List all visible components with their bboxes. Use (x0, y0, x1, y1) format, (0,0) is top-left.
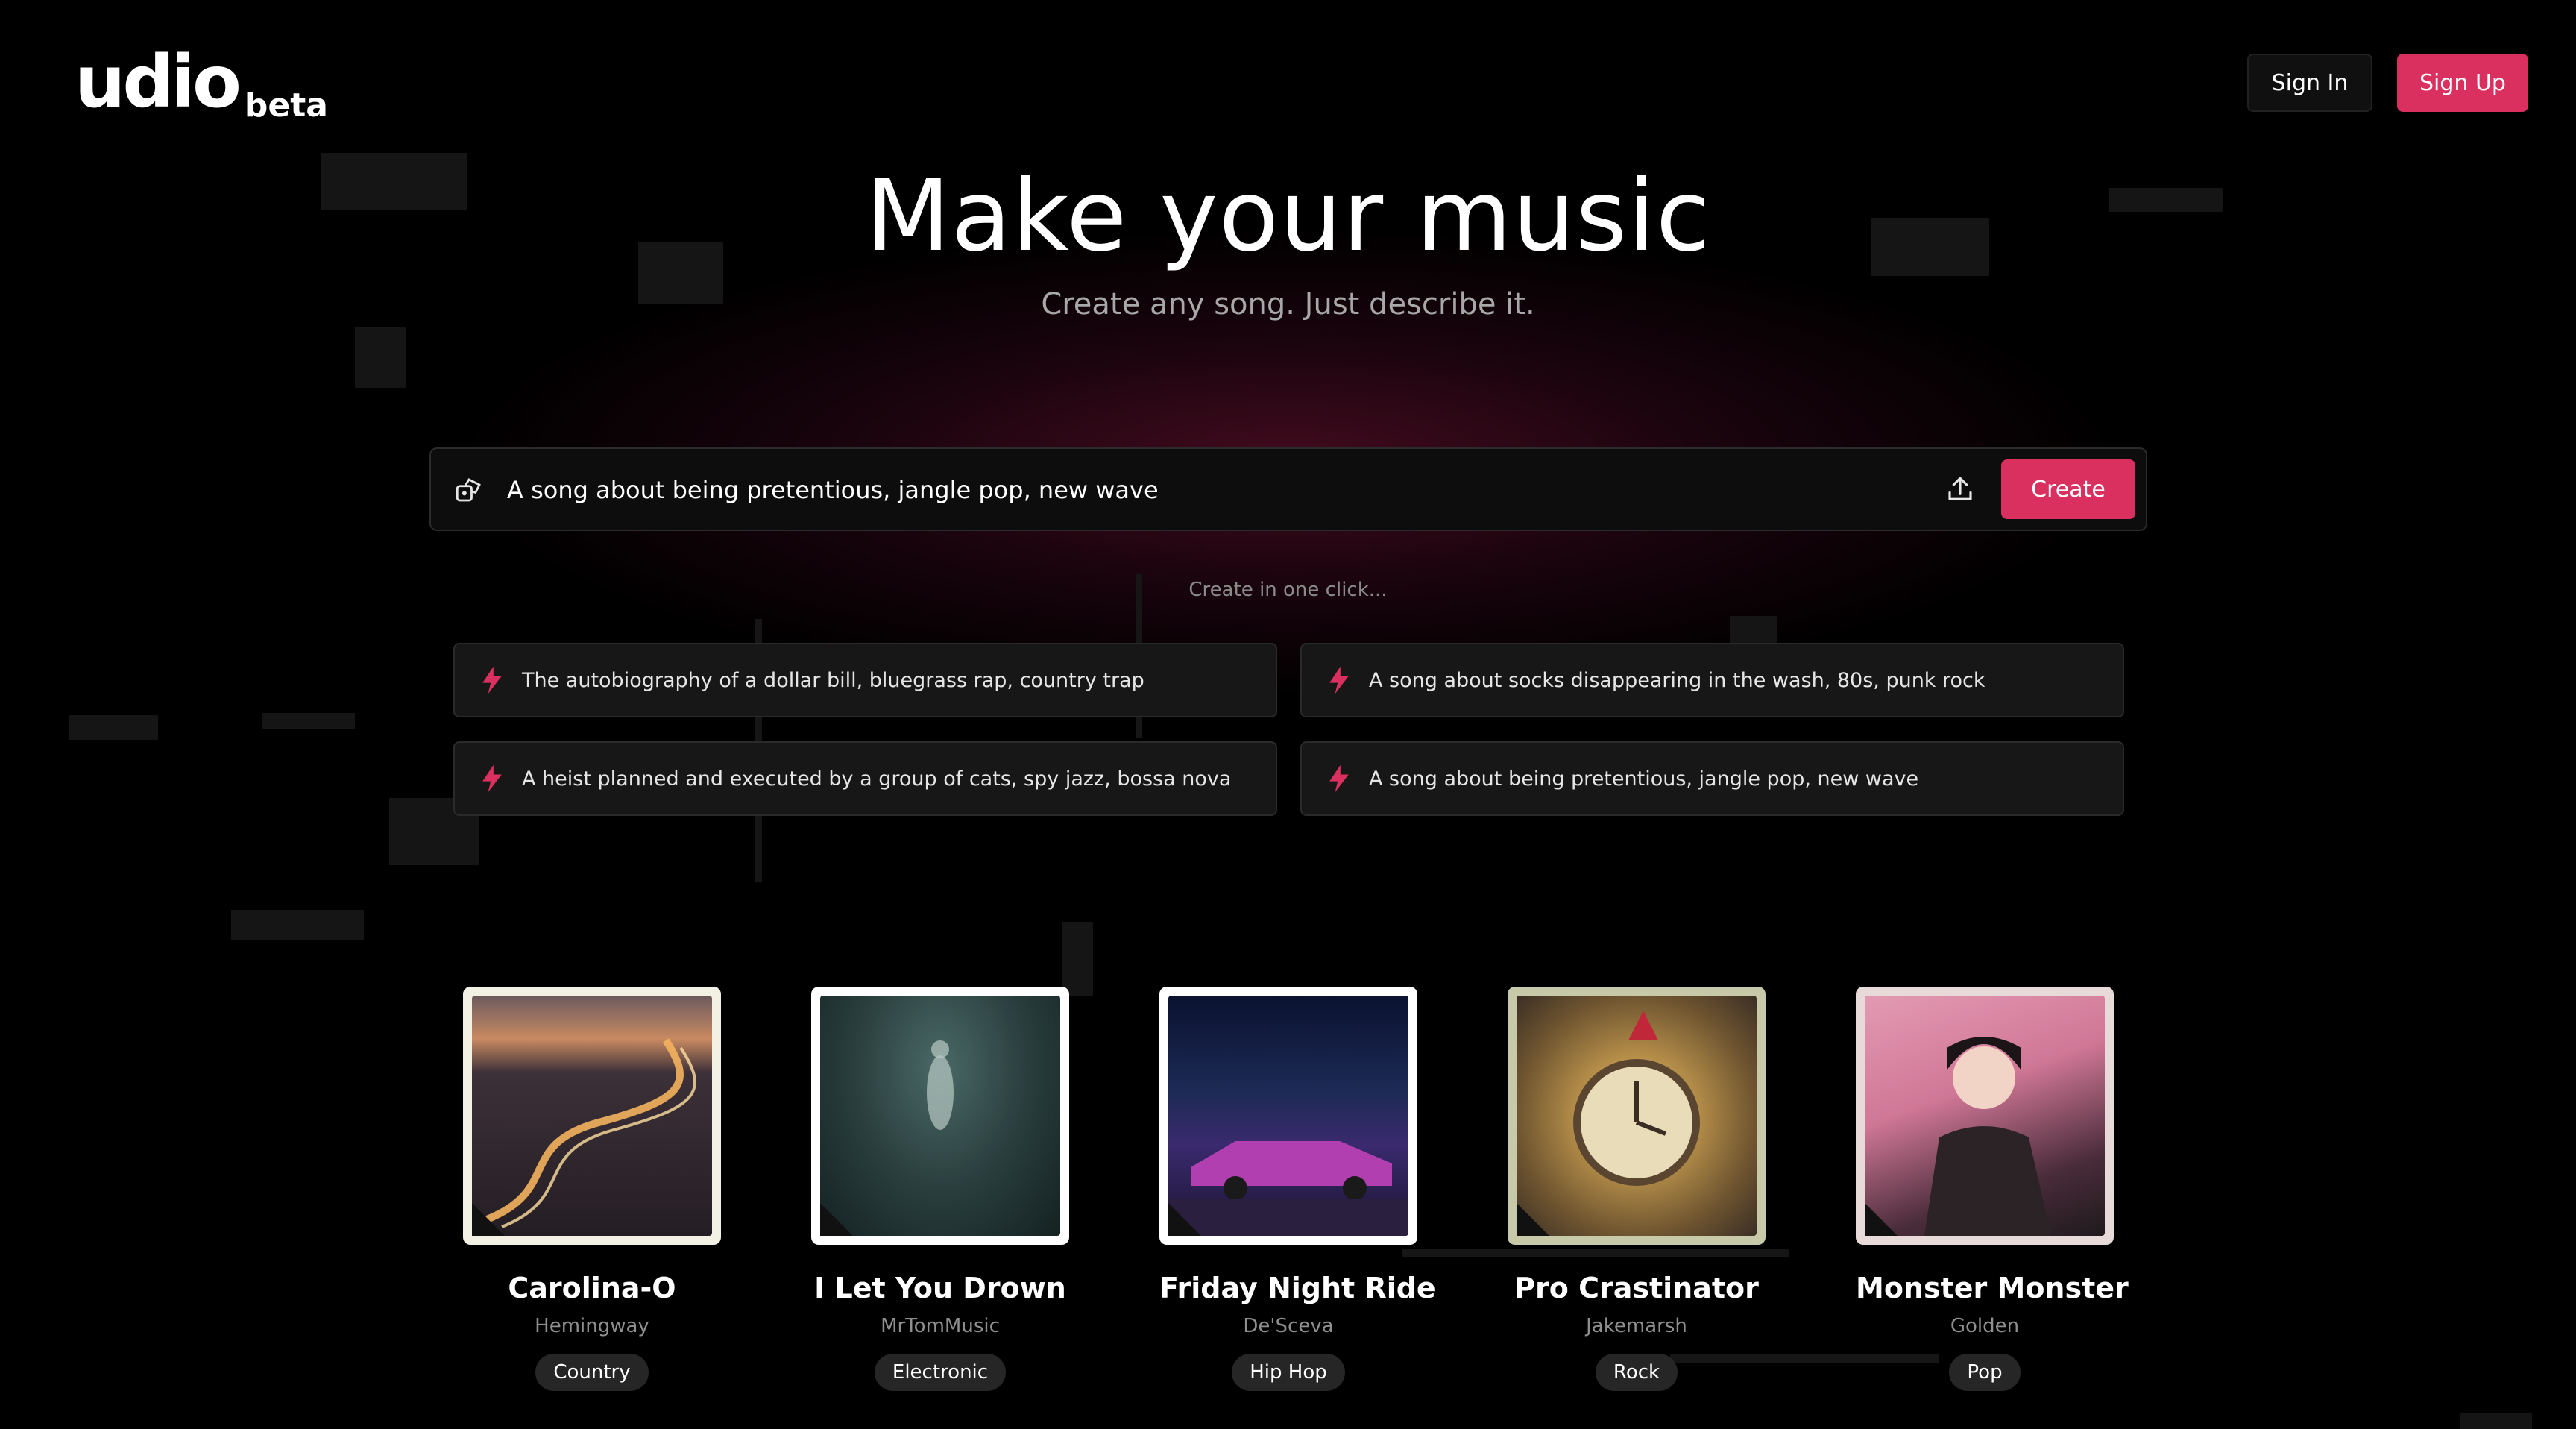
song-title[interactable]: Monster Monster (1856, 1272, 2129, 1304)
song-cover[interactable] (1508, 987, 1766, 1245)
song-cover[interactable] (1856, 987, 2114, 1245)
cover-art (1168, 996, 1408, 1236)
suggestion-chip[interactable]: A song about being pretentious, jangle p… (1300, 741, 2124, 816)
lightning-icon (1329, 764, 1349, 793)
swimmer-illustration (927, 1040, 954, 1130)
song-card[interactable]: Pro Crastinator Jakemarsh Rock (1508, 987, 1766, 1391)
corner-fold (1168, 1203, 1201, 1236)
song-cover[interactable] (1159, 987, 1417, 1245)
song-card[interactable]: Monster Monster Golden Pop (1856, 987, 2129, 1391)
song-artist[interactable]: De'Sceva (1159, 1315, 1417, 1337)
corner-fold (472, 1203, 505, 1236)
genre-tag[interactable]: Country (535, 1354, 649, 1391)
song-card[interactable]: Friday Night Ride De'Sceva Hip Hop (1159, 987, 1436, 1391)
background-block (231, 910, 364, 940)
suggestion-chip[interactable]: A song about socks disappearing in the w… (1300, 643, 2124, 717)
dice-icon[interactable] (453, 474, 485, 506)
suggestion-text: A heist planned and executed by a group … (522, 767, 1232, 791)
song-title[interactable]: I Let You Drown (811, 1272, 1069, 1304)
beta-badge: beta (244, 87, 328, 125)
suggestions-heading: Create in one click... (1188, 579, 1388, 601)
logo-wordmark: udio (75, 40, 242, 124)
car-illustration (1168, 1141, 1408, 1236)
sign-up-button[interactable]: Sign Up (2397, 54, 2528, 112)
background-block (2460, 1413, 2532, 1429)
genre-tag[interactable]: Pop (1949, 1354, 2021, 1391)
lightning-icon (482, 764, 502, 793)
prompt-bar: Create (429, 447, 2147, 531)
genre-tag[interactable]: Rock (1595, 1354, 1678, 1391)
suggestion-text: The autobiography of a dollar bill, blue… (522, 668, 1144, 692)
song-cover[interactable] (811, 987, 1069, 1245)
song-artist[interactable]: MrTomMusic (811, 1315, 1069, 1337)
song-card[interactable]: I Let You Drown MrTomMusic Electronic (811, 987, 1069, 1391)
background-block (262, 713, 355, 729)
song-artist[interactable]: Golden (1856, 1315, 2114, 1337)
corner-fold (820, 1203, 853, 1236)
song-title[interactable]: Carolina-O (463, 1272, 721, 1304)
song-artist[interactable]: Jakemarsh (1508, 1315, 1766, 1337)
song-title[interactable]: Friday Night Ride (1159, 1272, 1436, 1304)
udio-logo[interactable]: udio beta (75, 40, 328, 124)
corner-fold (1865, 1203, 1898, 1236)
create-button[interactable]: Create (2001, 459, 2135, 519)
genre-tag[interactable]: Hip Hop (1232, 1354, 1345, 1391)
suggestion-chip[interactable]: The autobiography of a dollar bill, blue… (453, 643, 1277, 717)
background-block (69, 714, 158, 740)
upload-icon[interactable] (1944, 474, 1976, 506)
road-illustration (485, 1038, 696, 1228)
song-cover[interactable] (463, 987, 721, 1245)
background-block (355, 327, 406, 388)
corner-fold (1517, 1203, 1549, 1236)
cover-art (1865, 996, 2105, 1236)
cover-art (1517, 996, 1757, 1236)
genre-tag[interactable]: Electronic (874, 1354, 1007, 1391)
portrait-illustration (1924, 1037, 2051, 1236)
suggestion-chip[interactable]: A heist planned and executed by a group … (453, 741, 1277, 816)
song-artist[interactable]: Hemingway (463, 1315, 721, 1337)
lightning-icon (482, 666, 502, 694)
page-subtitle: Create any song. Just describe it. (1041, 287, 1535, 321)
song-title[interactable]: Pro Crastinator (1508, 1272, 1766, 1304)
page-title: Make your music (865, 159, 1711, 274)
cover-art (820, 996, 1060, 1236)
sign-in-button[interactable]: Sign In (2247, 54, 2372, 112)
song-card[interactable]: Carolina-O Hemingway Country (463, 987, 721, 1391)
cover-art (472, 996, 712, 1236)
suggestion-text: A song about being pretentious, jangle p… (1369, 767, 1919, 791)
lightning-icon (1329, 666, 1349, 694)
background-block (1062, 922, 1093, 996)
suggestion-text: A song about socks disappearing in the w… (1369, 668, 1985, 692)
prompt-input[interactable] (506, 465, 1627, 515)
clock-illustration (1573, 1011, 1700, 1186)
